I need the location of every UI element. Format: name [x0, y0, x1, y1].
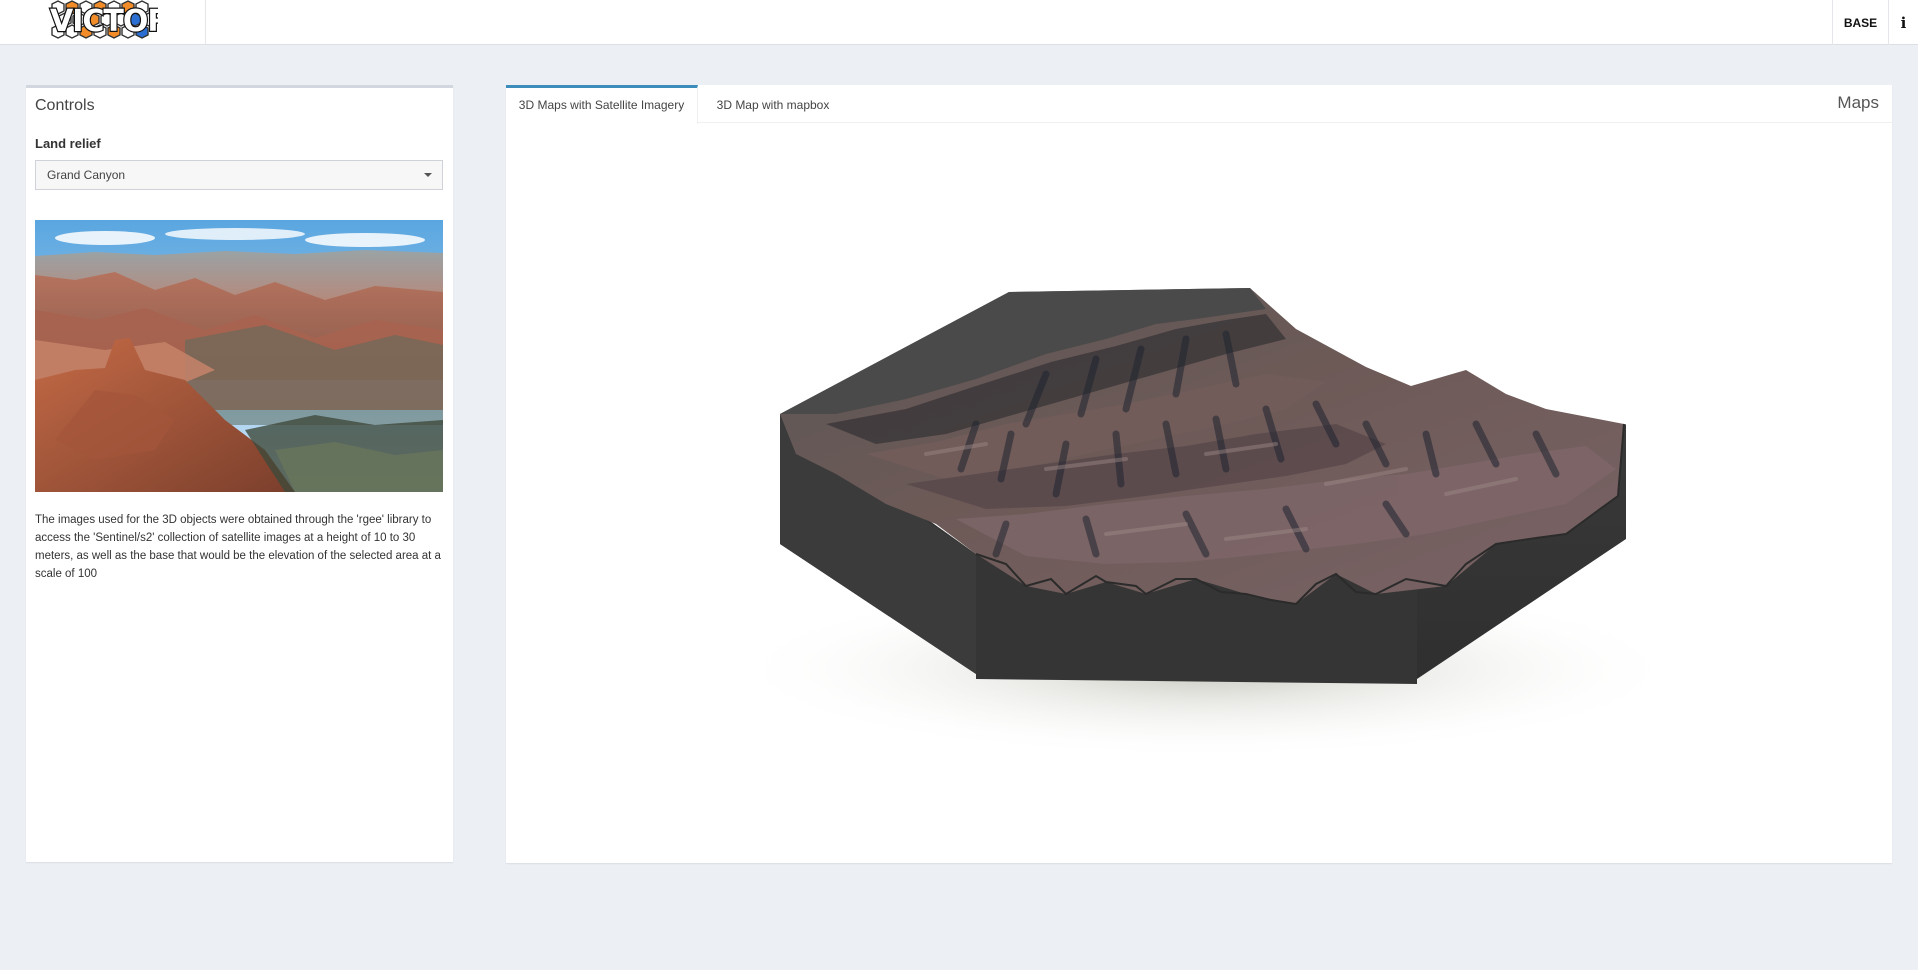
top-header: VICTOR BASE i	[0, 0, 1918, 45]
grand-canyon-photo	[35, 220, 443, 492]
logo-text: VICTOR	[50, 4, 158, 39]
land-relief-select[interactable]: Grand Canyon	[35, 160, 443, 190]
base-button[interactable]: BASE	[1832, 0, 1888, 45]
description-text: The images used for the 3D objects were …	[35, 514, 441, 580]
logo-area[interactable]: VICTOR	[0, 0, 206, 45]
tabs-bar: 3D Maps with Satellite Imagery 3D Map wi…	[506, 85, 1892, 124]
tab-3d-map-mapbox[interactable]: 3D Map with mapbox	[698, 85, 848, 123]
maps-panel: 3D Maps with Satellite Imagery 3D Map wi…	[506, 85, 1892, 863]
info-icon[interactable]: i	[1888, 0, 1918, 45]
land-relief-selected-value: Grand Canyon	[47, 168, 126, 182]
tab-3d-maps-satellite[interactable]: 3D Maps with Satellite Imagery	[506, 85, 698, 124]
controls-panel: Controls Land relief Grand Canyon The im…	[26, 85, 453, 862]
caret-down-icon	[424, 173, 432, 177]
maps-title: Maps	[1837, 93, 1879, 112]
3d-relief-view[interactable]	[506, 124, 1892, 863]
victor-logo[interactable]: VICTOR	[46, 0, 158, 45]
land-relief-label: Land relief	[35, 136, 101, 151]
controls-title: Controls	[35, 97, 95, 114]
